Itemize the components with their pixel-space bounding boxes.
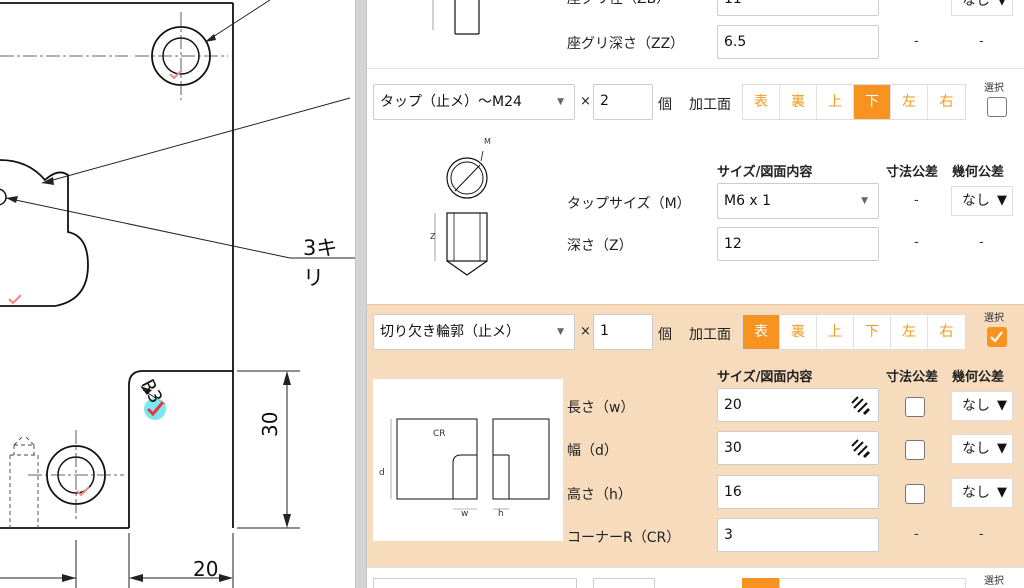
cad-drawing-view[interactable]: 3キリ R3 30 20 bbox=[0, 0, 355, 588]
diagram-label-m: M bbox=[484, 137, 491, 146]
measure-pick-icon[interactable] bbox=[849, 394, 871, 416]
diagram-label-h: h bbox=[498, 509, 504, 519]
qty-unit: 個 bbox=[658, 327, 672, 343]
select-label: 選択 bbox=[984, 83, 1004, 94]
dimension-30: 30 bbox=[258, 411, 282, 437]
face-back[interactable]: 裏 bbox=[780, 85, 817, 119]
counterbore-block: 座グリ径（ZB） 11 なし▼ 座グリ深さ（ZZ） 6.5 - - bbox=[367, 0, 1024, 68]
tap-diagram bbox=[434, 150, 488, 276]
counterbore-diagram bbox=[432, 0, 480, 35]
dimension-20: 20 bbox=[193, 557, 219, 581]
tol-dash: - bbox=[914, 193, 919, 208]
label-height: 高さ（h） bbox=[567, 487, 632, 503]
corner-r-input[interactable]: 3 bbox=[717, 518, 879, 552]
geo-tolerance-select-top[interactable]: なし ▼ bbox=[951, 0, 1013, 16]
label-zb: 座グリ径（ZB） bbox=[567, 0, 670, 8]
label-width: 幅（d） bbox=[567, 443, 618, 459]
col-header-size: サイズ/図面内容 bbox=[717, 165, 813, 180]
diagram-label-cr: CR bbox=[433, 429, 446, 439]
face-selector-next bbox=[779, 578, 966, 588]
label-tap-size: タップサイズ（M） bbox=[567, 196, 691, 212]
notch-block: 切り欠き輪郭（止メ） ▼ × 1 個 加工面 表 裏 上 下 左 右 選択 CR… bbox=[367, 304, 1024, 568]
geo-tolerance-select-tap-size[interactable]: なし ▼ bbox=[951, 186, 1013, 216]
input-zb[interactable]: 11 bbox=[717, 0, 879, 16]
checkmark-icon bbox=[990, 331, 1003, 343]
input-zz[interactable]: 6.5 bbox=[717, 25, 879, 59]
measure-pick-icon[interactable] bbox=[849, 437, 871, 459]
notch-diagram: CR d w h bbox=[373, 379, 563, 541]
annotation-3kiri: 3キリ bbox=[303, 236, 338, 290]
diagram-label-z: Z bbox=[430, 232, 436, 241]
quantity-input-next[interactable] bbox=[593, 578, 655, 588]
tol-dash: - bbox=[914, 235, 919, 250]
face-back[interactable]: 裏 bbox=[780, 315, 817, 349]
face-left[interactable]: 左 bbox=[891, 315, 928, 349]
times-sign: × bbox=[580, 94, 591, 109]
face-top[interactable]: 上 bbox=[817, 315, 854, 349]
select-label: 選択 bbox=[984, 313, 1004, 324]
geo-dash: - bbox=[979, 527, 984, 542]
col-header-tolerance: 寸法公差 bbox=[886, 165, 939, 180]
next-feature-block: 選択 bbox=[367, 567, 1024, 588]
diagram-label-d: d bbox=[379, 468, 385, 478]
select-label: 選択 bbox=[984, 576, 1004, 587]
feature-type-select-tap[interactable]: タップ（止メ）〜M24 ▼ bbox=[373, 84, 575, 120]
cad-drawing bbox=[0, 0, 355, 588]
tolerance-checkbox-width[interactable] bbox=[905, 440, 925, 460]
qty-unit: 個 bbox=[658, 97, 672, 113]
col-header-tolerance: 寸法公差 bbox=[886, 370, 939, 385]
face-front-next[interactable] bbox=[742, 578, 779, 588]
tap-quantity-input[interactable]: 2 bbox=[593, 84, 653, 120]
geo-tolerance-select-length[interactable]: なし ▼ bbox=[951, 391, 1013, 421]
col-header-geometric: 幾何公差 bbox=[952, 165, 1005, 180]
machining-settings-panel: 座グリ径（ZB） 11 なし▼ 座グリ深さ（ZZ） 6.5 - - タップ（止メ… bbox=[367, 0, 1024, 588]
face-selector-notch: 表 裏 上 下 左 右 bbox=[742, 314, 966, 350]
label-tap-depth: 深さ（Z） bbox=[567, 238, 633, 254]
label-corner-r: コーナーR（CR） bbox=[567, 530, 681, 546]
tol-dash: - bbox=[914, 527, 919, 542]
face-front[interactable]: 表 bbox=[743, 315, 780, 349]
label-zz: 座グリ深さ（ZZ） bbox=[567, 36, 685, 52]
diagram-label-w: w bbox=[461, 509, 469, 519]
face-right[interactable]: 右 bbox=[928, 85, 965, 119]
tap-depth-input[interactable]: 12 bbox=[717, 227, 879, 261]
split-pane-divider[interactable] bbox=[355, 0, 367, 588]
face-label: 加工面 bbox=[689, 327, 731, 343]
tap-size-select[interactable]: M6 x 1 ▼ bbox=[717, 183, 879, 219]
face-selector-tap: 表 裏 上 下 左 右 bbox=[742, 84, 966, 120]
face-label: 加工面 bbox=[689, 97, 731, 113]
tolerance-checkbox-height[interactable] bbox=[905, 484, 925, 504]
select-checkbox-tap[interactable] bbox=[987, 97, 1007, 117]
tolerance-checkbox-length[interactable] bbox=[905, 397, 925, 417]
col-header-size: サイズ/図面内容 bbox=[717, 370, 813, 385]
feature-type-select-notch[interactable]: 切り欠き輪郭（止メ） ▼ bbox=[373, 314, 575, 350]
face-bottom[interactable]: 下 bbox=[854, 85, 891, 119]
face-right[interactable]: 右 bbox=[928, 315, 965, 349]
geo-dash: - bbox=[979, 34, 984, 49]
face-top[interactable]: 上 bbox=[817, 85, 854, 119]
geo-dash: - bbox=[979, 235, 984, 250]
col-header-geometric: 幾何公差 bbox=[952, 370, 1005, 385]
tol-dash: - bbox=[914, 34, 919, 49]
geo-tolerance-select-height[interactable]: なし ▼ bbox=[951, 478, 1013, 508]
select-checkbox-notch[interactable] bbox=[987, 327, 1007, 347]
height-input[interactable]: 16 bbox=[717, 475, 879, 509]
tap-block: タップ（止メ）〜M24▼ × 2 個 加工面 表 裏 上 下 左 右 選択 M bbox=[367, 69, 1024, 304]
face-front[interactable]: 表 bbox=[743, 85, 780, 119]
face-left[interactable]: 左 bbox=[891, 85, 928, 119]
feature-type-select-next[interactable] bbox=[373, 578, 577, 588]
label-length: 長さ（w） bbox=[567, 400, 635, 416]
geo-tolerance-select-width[interactable]: なし ▼ bbox=[951, 434, 1013, 464]
face-bottom[interactable]: 下 bbox=[854, 315, 891, 349]
notch-quantity-input[interactable]: 1 bbox=[593, 314, 653, 350]
times-sign: × bbox=[580, 324, 591, 339]
